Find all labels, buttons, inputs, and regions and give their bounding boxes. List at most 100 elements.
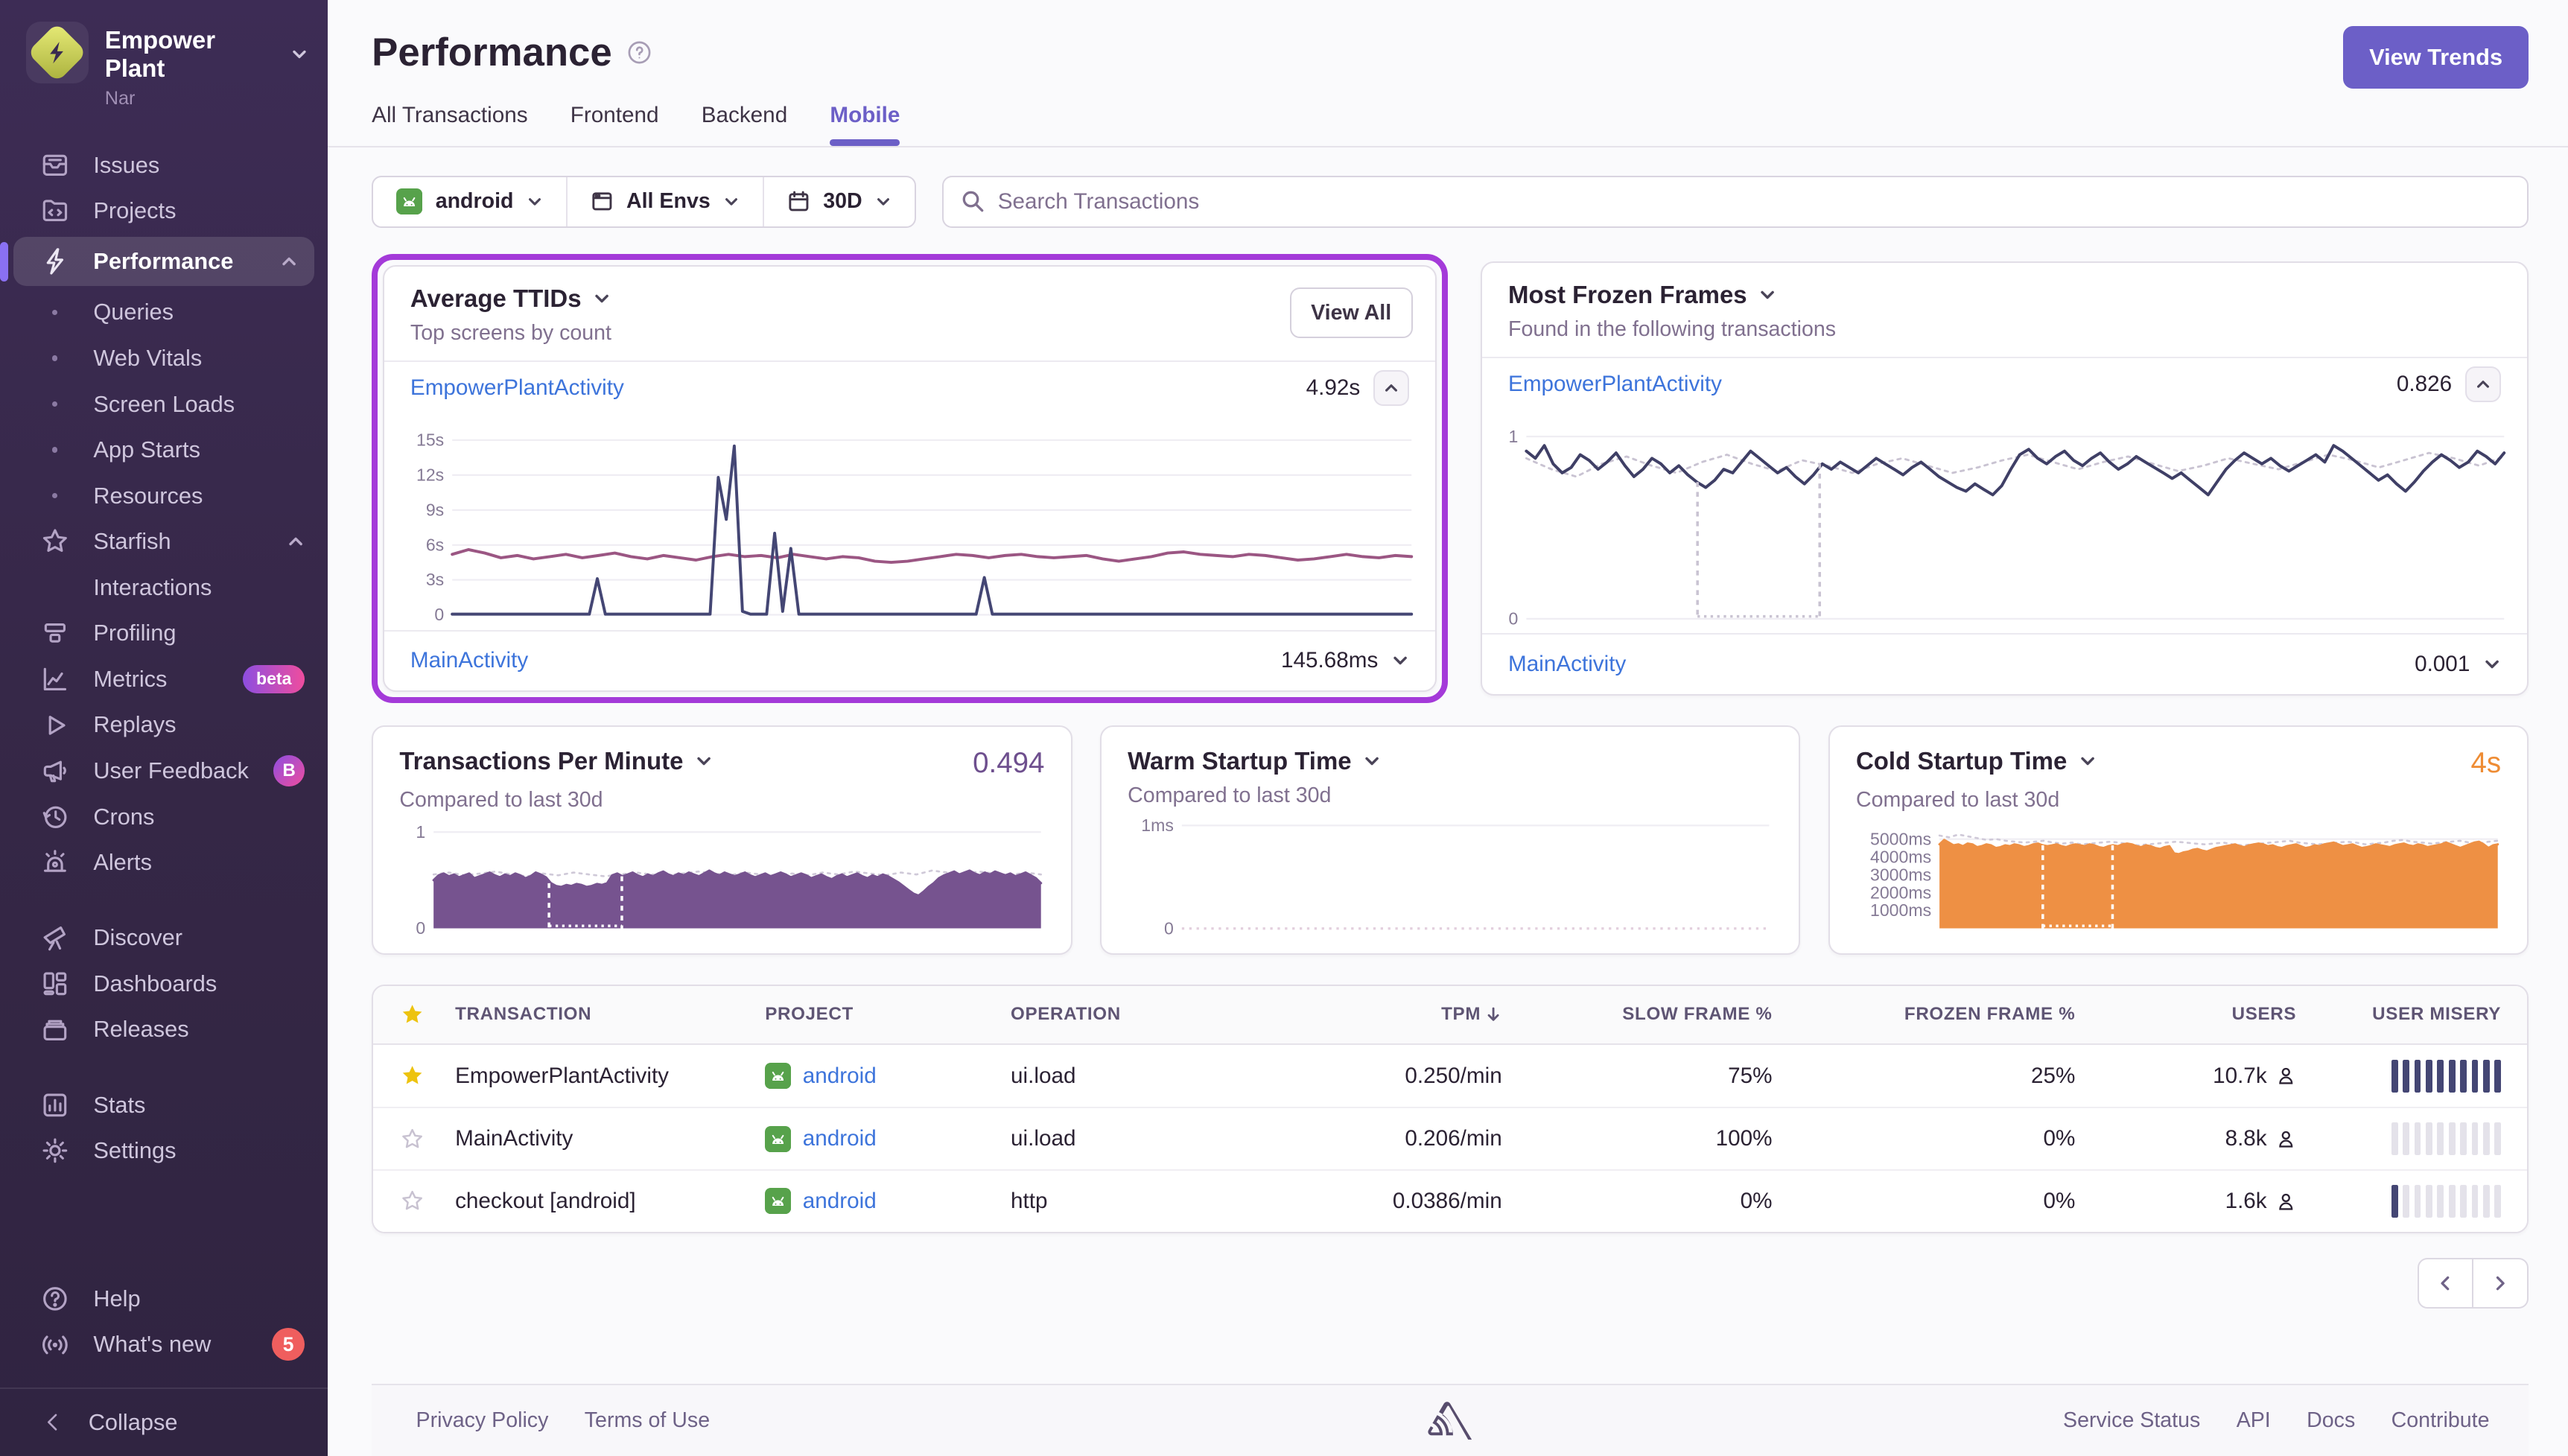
next-page-button[interactable]	[2473, 1257, 2529, 1309]
sidebar-item-releases[interactable]: Releases	[0, 1007, 328, 1053]
sidebar-item-user-feedback[interactable]: User Feedback B	[0, 748, 328, 794]
sidebar-item-discover[interactable]: Discover	[0, 915, 328, 961]
sidebar-item-performance[interactable]: Performance	[0, 237, 315, 287]
org-switcher[interactable]: Empower Plant Nar	[0, 0, 328, 122]
chevron-down-icon[interactable]	[695, 752, 713, 770]
sidebar-item-resources[interactable]: Resources	[0, 473, 328, 519]
cold-startup-value: 4s	[2470, 746, 2502, 779]
chevron-down-icon[interactable]	[2483, 655, 2501, 673]
sidebar-item-queries[interactable]: Queries	[0, 290, 328, 336]
sidebar-item-settings[interactable]: Settings	[0, 1128, 328, 1174]
transaction-link[interactable]: EmpowerPlantActivity	[410, 375, 624, 401]
previous-page-button[interactable]	[2417, 1257, 2473, 1309]
chevron-up-icon	[280, 252, 298, 270]
col-slow-frame[interactable]: SLOW FRAME %	[1622, 1004, 1772, 1025]
sidebar-item-help[interactable]: Help	[0, 1276, 328, 1322]
sidebar-item-screen-loads[interactable]: Screen Loads	[0, 381, 328, 427]
org-logo-bolt-icon	[26, 22, 89, 84]
projects-icon	[39, 195, 71, 226]
star-toggle[interactable]	[399, 1063, 455, 1089]
starfish-icon	[39, 526, 71, 557]
tab-backend[interactable]: Backend	[702, 103, 787, 146]
sidebar-item-stats[interactable]: Stats	[0, 1082, 328, 1128]
col-operation[interactable]: OPERATION	[1011, 1004, 1281, 1025]
star-column-header[interactable]	[399, 1002, 455, 1028]
collapse-row-button[interactable]	[1373, 369, 1410, 406]
privacy-policy-link[interactable]: Privacy Policy	[416, 1408, 549, 1433]
operation-cell: ui.load	[1011, 1126, 1076, 1151]
sidebar-item-interactions[interactable]: Interactions	[0, 565, 328, 611]
view-trends-button[interactable]: View Trends	[2342, 26, 2529, 89]
sidebar-item-what-s-new[interactable]: What's new 5	[0, 1322, 328, 1368]
col-users[interactable]: USERS	[2232, 1004, 2297, 1025]
env-filter[interactable]: All Envs	[565, 177, 763, 226]
transaction-link[interactable]: MainActivity	[1508, 652, 1626, 677]
performance-icon	[39, 246, 71, 277]
sidebar-item-app-starts[interactable]: App Starts	[0, 427, 328, 473]
star-toggle[interactable]	[399, 1126, 455, 1152]
terms-of-use-link[interactable]: Terms of Use	[585, 1408, 710, 1433]
col-frozen-frame[interactable]: FROZEN FRAME %	[1904, 1004, 2075, 1025]
col-project[interactable]: PROJECT	[765, 1004, 1011, 1025]
widgets-row-1: Average TTIDs Top screens by count View …	[372, 254, 2529, 703]
transaction-link[interactable]: EmpowerPlantActivity	[1508, 372, 1722, 397]
collapse-row-button[interactable]	[2464, 366, 2502, 403]
chevron-down-icon[interactable]	[2079, 752, 2097, 770]
help-question-icon[interactable]	[627, 40, 652, 65]
pagination	[372, 1257, 2529, 1309]
sidebar-item-replays[interactable]: Replays	[0, 702, 328, 748]
whats-new-count-badge: 5	[272, 1328, 305, 1361]
chevron-down-icon[interactable]	[1363, 752, 1381, 770]
chevron-down-icon[interactable]	[1758, 286, 1776, 304]
transaction-link[interactable]: EmpowerPlantActivity	[455, 1064, 765, 1089]
sidebar-item-profiling[interactable]: Profiling	[0, 611, 328, 657]
sidebar-item-collapse[interactable]: Collapse	[0, 1387, 328, 1456]
view-all-button[interactable]: View All	[1289, 287, 1413, 338]
search-input[interactable]	[997, 188, 2510, 214]
docs-link[interactable]: Docs	[2307, 1408, 2355, 1433]
project-link[interactable]: android	[765, 1188, 1011, 1215]
project-link[interactable]: android	[765, 1063, 1011, 1090]
ttid-value: 145.68ms	[1281, 648, 1379, 673]
sidebar-item-crons[interactable]: Crons	[0, 794, 328, 840]
col-tpm[interactable]: TPM	[1441, 1004, 1502, 1025]
col-user-misery[interactable]: USER MISERY	[2372, 1004, 2501, 1025]
chevron-left-icon	[2436, 1274, 2454, 1292]
sidebar-item-projects[interactable]: Projects	[0, 188, 328, 234]
bullet-icon	[39, 447, 71, 453]
sidebar-item-issues[interactable]: Issues	[0, 142, 328, 188]
chevron-down-icon	[875, 194, 892, 210]
table-header: TRANSACTION PROJECT OPERATION TPM SLOW F…	[373, 985, 2528, 1045]
frozen-frame-cell: 0%	[2043, 1126, 2076, 1151]
sidebar-item-label: Discover	[93, 924, 182, 951]
sidebar-item-starfish[interactable]: Starfish	[0, 518, 328, 565]
transaction-link[interactable]: MainActivity	[455, 1126, 765, 1151]
transaction-link[interactable]: MainActivity	[410, 648, 528, 673]
search-icon	[962, 190, 985, 213]
tpm-value: 0.494	[973, 746, 1045, 779]
sidebar-item-metrics[interactable]: Metrics beta	[0, 656, 328, 702]
chevron-down-icon[interactable]	[593, 290, 611, 308]
col-transaction[interactable]: TRANSACTION	[455, 1004, 765, 1025]
sentry-logo	[1428, 1402, 1472, 1440]
env-icon	[591, 190, 614, 213]
svg-text:0: 0	[1509, 608, 1519, 626]
page-footer-bar: Privacy Policy Terms of Use Service Stat…	[372, 1384, 2529, 1456]
sidebar-item-web-vitals[interactable]: Web Vitals	[0, 335, 328, 381]
transaction-link[interactable]: checkout [android]	[455, 1189, 765, 1214]
tab-all-transactions[interactable]: All Transactions	[372, 103, 527, 146]
sidebar-item-label: What's new	[93, 1331, 212, 1358]
date-filter[interactable]: 30D	[763, 177, 915, 226]
tab-frontend[interactable]: Frontend	[571, 103, 659, 146]
chevron-down-icon[interactable]	[1391, 652, 1409, 670]
project-link[interactable]: android	[765, 1125, 1011, 1152]
service-status-link[interactable]: Service Status	[2063, 1408, 2200, 1433]
tab-mobile[interactable]: Mobile	[830, 103, 900, 147]
sidebar-item-dashboards[interactable]: Dashboards	[0, 961, 328, 1007]
project-filter[interactable]: android	[373, 177, 566, 226]
api-link[interactable]: API	[2237, 1408, 2271, 1433]
star-toggle[interactable]	[399, 1188, 455, 1214]
frozen-frame-cell: 0%	[2043, 1188, 2076, 1213]
sidebar-item-alerts[interactable]: Alerts	[0, 839, 328, 886]
contribute-link[interactable]: Contribute	[2391, 1408, 2490, 1433]
